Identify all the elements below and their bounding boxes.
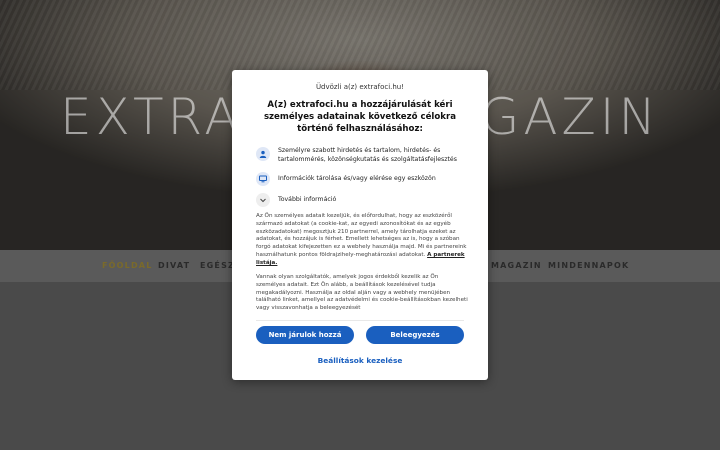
- chevron-down-icon: [256, 193, 270, 207]
- purpose-text: Információk tárolása és/vagy elérése egy…: [278, 175, 436, 182]
- accept-button[interactable]: Beleegyezés: [366, 326, 464, 344]
- more-info-toggle[interactable]: További információ: [256, 193, 466, 207]
- more-info-label: További információ: [278, 196, 337, 203]
- consent-welcome: Üdvözli a(z) extrafoci.hu!: [315, 83, 405, 91]
- manage-settings-link[interactable]: Beállítások kezelése: [232, 356, 488, 365]
- dialog-divider: [256, 320, 464, 321]
- purpose-device-storage: Információk tárolása és/vagy elérése egy…: [256, 172, 466, 186]
- decline-button[interactable]: Nem járulok hozzá: [256, 326, 354, 344]
- user-icon: [256, 147, 270, 161]
- consent-paragraph-2: Vannak olyan szolgáltatók, amelyek jogos…: [256, 274, 468, 312]
- consent-heading: A(z) extrafoci.hu a hozzájárulását kéri …: [263, 100, 457, 134]
- purpose-text: Személyre szabott hirdetés és tartalom, …: [278, 147, 457, 163]
- consent-paragraph-1: Az Ön személyes adatait kezeljük, és elő…: [256, 213, 468, 268]
- purpose-personalised-ads: Személyre szabott hirdetés és tartalom, …: [256, 147, 466, 165]
- device-icon: [256, 172, 270, 186]
- consent-dialog: Üdvözli a(z) extrafoci.hu! A(z) extrafoc…: [232, 70, 488, 380]
